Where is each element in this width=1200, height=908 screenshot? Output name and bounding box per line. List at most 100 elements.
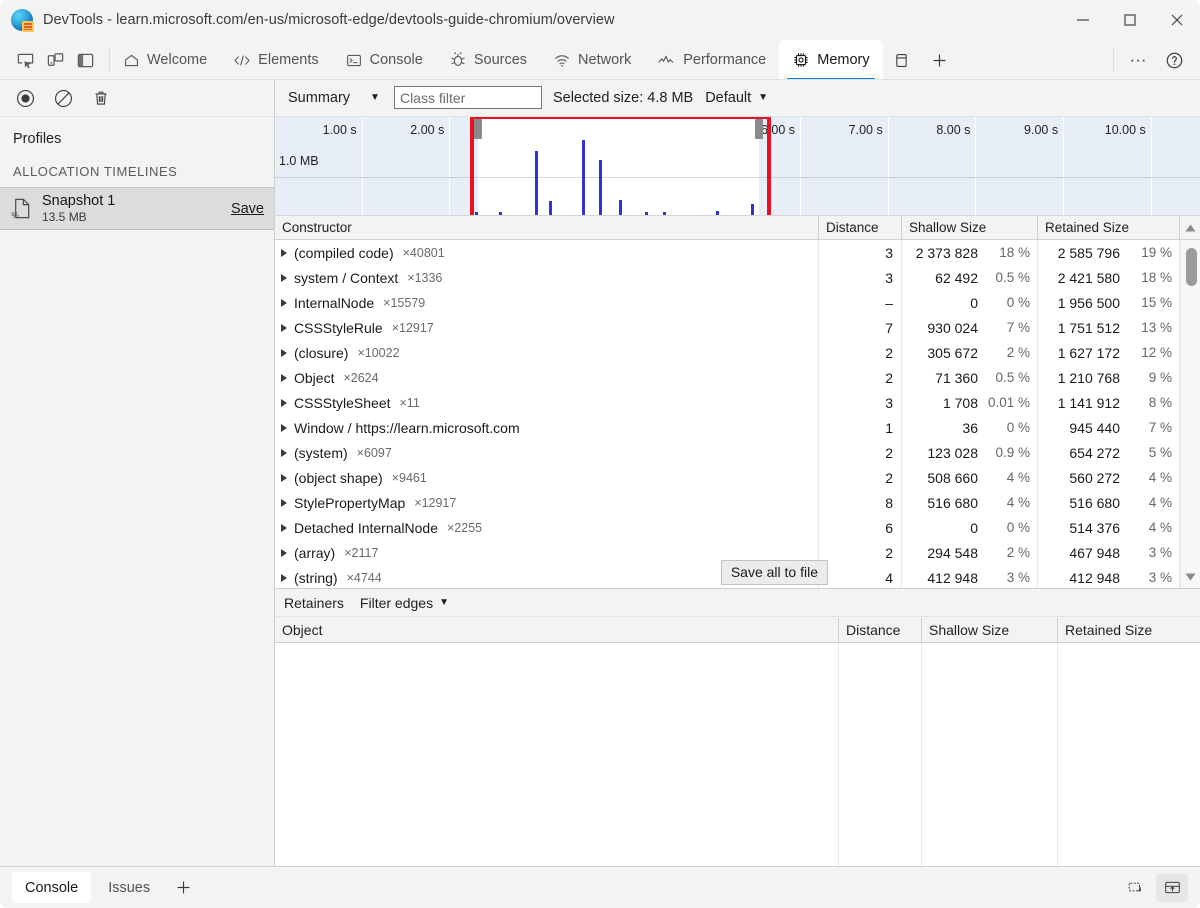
instance-count: ×12917 bbox=[414, 496, 456, 510]
expand-triangle-icon[interactable] bbox=[281, 524, 287, 532]
dock-side-icon[interactable] bbox=[70, 45, 100, 75]
cell-constructor[interactable]: StylePropertyMap×12917 bbox=[275, 490, 819, 515]
table-row[interactable]: (system)×60972123 0280.9 %654 2725 % bbox=[275, 440, 1200, 465]
cell-retained-size: 945 4407 % bbox=[1038, 415, 1180, 440]
window-left-handle[interactable] bbox=[474, 119, 482, 139]
tab-elements[interactable]: Elements bbox=[220, 40, 331, 80]
chevron-down-icon: ▼ bbox=[370, 93, 380, 103]
dock-drawer-icon[interactable] bbox=[1156, 874, 1188, 902]
expand-triangle-icon[interactable] bbox=[281, 449, 287, 457]
cell-constructor[interactable]: Object×2624 bbox=[275, 365, 819, 390]
snapshot-save-link[interactable]: Save bbox=[231, 201, 264, 217]
tab-application-icon[interactable] bbox=[883, 40, 921, 80]
table-row[interactable]: Object×2624271 3600.5 %1 210 7689 % bbox=[275, 365, 1200, 390]
retainers-column-retained-size[interactable]: Retained Size bbox=[1058, 618, 1200, 642]
scroll-down-icon[interactable] bbox=[1181, 568, 1200, 586]
cell-constructor[interactable]: (compiled code)×40801 bbox=[275, 240, 819, 265]
shallow-size-percent: 4 % bbox=[986, 495, 1030, 510]
expand-triangle-icon[interactable] bbox=[281, 249, 287, 257]
base-select[interactable]: Default ▼ bbox=[705, 90, 768, 106]
cell-constructor[interactable]: Detached InternalNode×2255 bbox=[275, 515, 819, 540]
more-tools-icon[interactable]: ··· bbox=[1120, 42, 1156, 78]
filter-edges-select[interactable]: Filter edges ▼ bbox=[360, 595, 449, 611]
retainers-column-object[interactable]: Object bbox=[275, 618, 839, 642]
retained-size-percent: 3 % bbox=[1128, 545, 1172, 560]
add-tab-button[interactable] bbox=[921, 40, 959, 80]
column-header-distance[interactable]: Distance bbox=[819, 216, 902, 240]
drawer-tab-console[interactable]: Console bbox=[12, 872, 91, 903]
column-header-shallow-size[interactable]: Shallow Size bbox=[902, 216, 1038, 240]
cell-constructor[interactable]: InternalNode×15579 bbox=[275, 290, 819, 315]
activity-icon bbox=[657, 52, 676, 69]
table-row[interactable]: (closure)×100222305 6722 %1 627 17212 % bbox=[275, 340, 1200, 365]
expand-triangle-icon[interactable] bbox=[281, 474, 287, 482]
drawer-tab-issues[interactable]: Issues bbox=[95, 872, 163, 903]
column-header-constructor[interactable]: Constructor bbox=[275, 216, 819, 240]
window-right-handle[interactable] bbox=[755, 119, 763, 139]
expand-triangle-icon[interactable] bbox=[281, 549, 287, 557]
retainers-column-shallow-size[interactable]: Shallow Size bbox=[922, 618, 1058, 642]
tab-network[interactable]: Network bbox=[540, 40, 644, 80]
retained-size-value: 654 272 bbox=[1069, 445, 1120, 461]
table-row[interactable]: (compiled code)×4080132 373 82818 %2 585… bbox=[275, 240, 1200, 265]
tab-performance[interactable]: Performance bbox=[644, 40, 779, 80]
table-row[interactable]: (object shape)×94612508 6604 %560 2724 % bbox=[275, 465, 1200, 490]
tab-console[interactable]: Console bbox=[332, 40, 436, 80]
expand-triangle-icon[interactable] bbox=[281, 374, 287, 382]
expand-triangle-icon[interactable] bbox=[281, 499, 287, 507]
retainers-column-distance[interactable]: Distance bbox=[839, 618, 922, 642]
allocation-timeline-overview[interactable]: 1.00 s2.00 s3.00 s4.00 s5.00 s6.00 s7.00… bbox=[275, 117, 1200, 216]
no-entry-icon[interactable] bbox=[48, 84, 78, 112]
overview-selection-window[interactable] bbox=[478, 117, 759, 215]
drawer-add-tab-button[interactable] bbox=[165, 867, 201, 908]
table-scrollbar[interactable] bbox=[1180, 240, 1200, 588]
maximize-button[interactable] bbox=[1106, 0, 1153, 40]
tab-welcome[interactable]: Welcome bbox=[110, 40, 220, 80]
table-row[interactable]: CSSStyleRule×129177930 0247 %1 751 51213… bbox=[275, 315, 1200, 340]
constructor-name: CSSStyleSheet bbox=[294, 395, 391, 411]
close-button[interactable] bbox=[1153, 0, 1200, 40]
help-circle-icon[interactable] bbox=[1156, 42, 1192, 78]
column-header-retained-size[interactable]: Retained Size bbox=[1038, 216, 1180, 240]
cell-distance: 2 bbox=[819, 540, 902, 565]
device-emulation-icon[interactable] bbox=[40, 45, 70, 75]
table-row[interactable]: system / Context×1336362 4920.5 %2 421 5… bbox=[275, 265, 1200, 290]
snapshot-list-item[interactable]: % Snapshot 1 13.5 MB Save bbox=[0, 188, 274, 230]
cell-constructor[interactable]: Window / https://learn.microsoft.com bbox=[275, 415, 819, 440]
trash-icon[interactable] bbox=[86, 84, 116, 112]
expand-triangle-icon[interactable] bbox=[281, 349, 287, 357]
table-row[interactable]: StylePropertyMap×129178516 6804 %516 680… bbox=[275, 490, 1200, 515]
expand-triangle-icon[interactable] bbox=[281, 299, 287, 307]
tab-sources[interactable]: Sources bbox=[436, 40, 540, 80]
allocation-timelines-section-label: ALLOCATION TIMELINES bbox=[0, 147, 274, 188]
devices-refresh-icon[interactable] bbox=[1120, 874, 1152, 902]
cell-constructor[interactable]: CSSStyleRule×12917 bbox=[275, 315, 819, 340]
shallow-size-value: 1 708 bbox=[943, 395, 978, 411]
class-filter-input[interactable]: Class filter bbox=[394, 86, 542, 109]
tab-memory[interactable]: Memory bbox=[779, 40, 882, 80]
expand-triangle-icon[interactable] bbox=[281, 399, 287, 407]
record-icon[interactable] bbox=[10, 84, 40, 112]
view-select[interactable]: Summary ▼ bbox=[284, 85, 388, 111]
cell-constructor[interactable]: (system)×6097 bbox=[275, 440, 819, 465]
expand-triangle-icon[interactable] bbox=[281, 274, 287, 282]
scrollbar-thumb[interactable] bbox=[1186, 248, 1197, 286]
expand-triangle-icon[interactable] bbox=[281, 324, 287, 332]
shallow-size-value: 36 bbox=[962, 420, 978, 436]
devtools-tab-bar: Welcome Elements Console bbox=[0, 40, 1200, 80]
minimize-button[interactable] bbox=[1059, 0, 1106, 40]
cell-constructor[interactable]: (closure)×10022 bbox=[275, 340, 819, 365]
table-row[interactable]: Detached InternalNode×2255600 %514 3764 … bbox=[275, 515, 1200, 540]
table-row[interactable]: InternalNode×15579–00 %1 956 50015 % bbox=[275, 290, 1200, 315]
retained-size-percent: 8 % bbox=[1128, 395, 1172, 410]
inspect-element-icon[interactable] bbox=[10, 45, 40, 75]
tab-label: Welcome bbox=[147, 52, 207, 68]
expand-triangle-icon[interactable] bbox=[281, 574, 287, 582]
table-row[interactable]: Window / https://learn.microsoft.com1360… bbox=[275, 415, 1200, 440]
cell-constructor[interactable]: CSSStyleSheet×11 bbox=[275, 390, 819, 415]
cell-constructor[interactable]: (object shape)×9461 bbox=[275, 465, 819, 490]
cell-constructor[interactable]: system / Context×1336 bbox=[275, 265, 819, 290]
cell-shallow-size: 00 % bbox=[902, 290, 1038, 315]
expand-triangle-icon[interactable] bbox=[281, 424, 287, 432]
table-row[interactable]: CSSStyleSheet×1131 7080.01 %1 141 9128 % bbox=[275, 390, 1200, 415]
